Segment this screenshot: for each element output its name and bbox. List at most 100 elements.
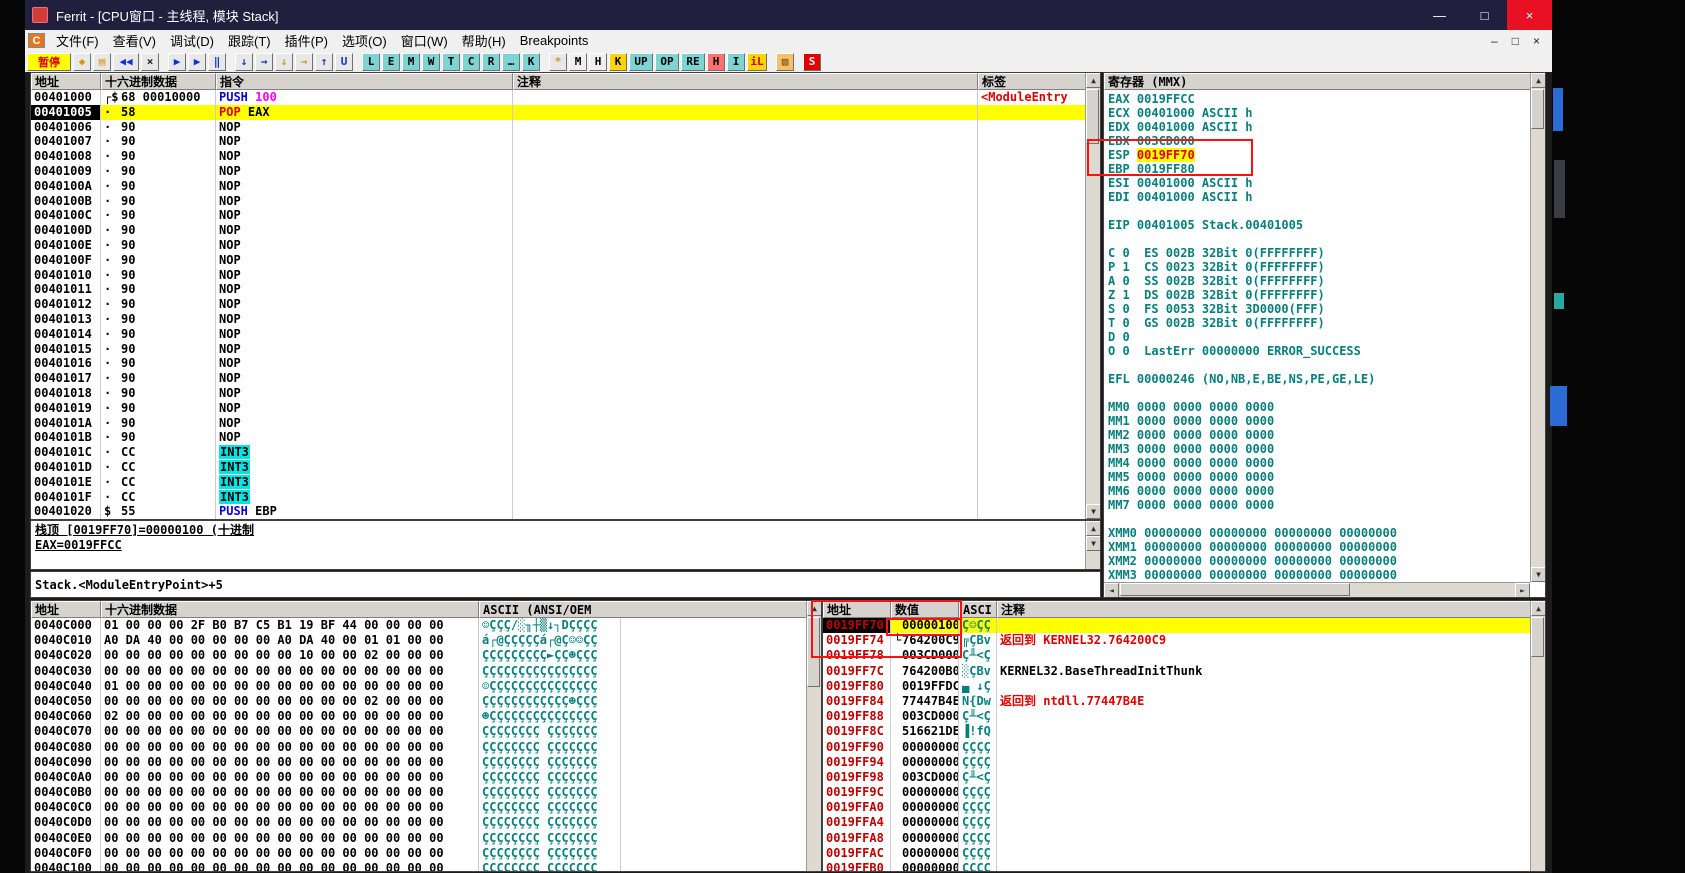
dump-row[interactable]: 0040C090 00 00 00 00 00 00 00 00 00 00 00…: [31, 754, 806, 770]
register-line[interactable]: EDX 00401000 ASCII h: [1108, 120, 1530, 134]
scroll-up-icon[interactable]: ▲: [1086, 521, 1100, 536]
cpu-window-button[interactable]: C: [462, 52, 480, 71]
dump-row[interactable]: 0040C0F0 00 00 00 00 00 00 00 00 00 00 00…: [31, 845, 806, 861]
stack-row[interactable]: 0019FF98 003CD000 Ç╨<Ç: [823, 769, 1530, 786]
disasm-row[interactable]: 0040100A · 90 NOP: [31, 178, 1085, 194]
register-line[interactable]: MM4 0000 0000 0000 0000: [1108, 456, 1530, 470]
disasm-row[interactable]: 00401005 · 58 POP EAX: [31, 104, 1085, 120]
disassembly-scrollbar[interactable]: ▲ ▼: [1085, 73, 1100, 519]
register-line[interactable]: MM7 0000 0000 0000 0000: [1108, 498, 1530, 512]
scroll-left-icon[interactable]: ◄: [1104, 583, 1119, 597]
register-line[interactable]: EIP 00401005 Stack.00401005: [1108, 218, 1530, 232]
registers-vscrollbar[interactable]: ▲ ▼: [1530, 73, 1545, 582]
register-line[interactable]: ESP 0019FF70: [1108, 148, 1530, 162]
register-line[interactable]: S 0 FS 0053 32Bit 3D0000(FFF): [1108, 302, 1530, 316]
restart-icon[interactable]: ◀◀: [113, 52, 139, 71]
menu-item-2[interactable]: 调试(D): [163, 31, 221, 50]
register-line[interactable]: [1108, 204, 1530, 218]
register-line[interactable]: O 0 LastErr 00000000 ERROR_SUCCESS: [1108, 344, 1530, 358]
stack-row[interactable]: 0019FF90 00000000 ÇÇÇÇ: [823, 739, 1530, 755]
stack-row[interactable]: 0019FF8C 516621DE ▐!fQ: [823, 724, 1530, 740]
child-restore-button[interactable]: □: [1512, 34, 1519, 48]
minimize-button[interactable]: —: [1417, 0, 1462, 30]
register-line[interactable]: XMM3 00000000 00000000 00000000 00000000: [1108, 568, 1530, 582]
register-line[interactable]: P 1 CS 0023 32Bit 0(FFFFFFFF): [1108, 260, 1530, 274]
scrollbar-thumb[interactable]: [1531, 89, 1544, 129]
disasm-row[interactable]: 00401012 · 90 NOP: [31, 297, 1085, 312]
disasm-row[interactable]: 00401013 · 90 NOP: [31, 311, 1085, 327]
scroll-up-icon[interactable]: ▲: [1531, 73, 1545, 88]
scroll-down-icon[interactable]: ▼: [1531, 567, 1545, 582]
scroll-down-icon[interactable]: ▼: [1086, 504, 1100, 519]
disasm-row[interactable]: 00401007 · 90 NOP: [31, 134, 1085, 150]
dump-row[interactable]: 0040C020 00 00 00 00 00 00 00 00 00 10 00…: [31, 648, 806, 664]
scroll-up-icon[interactable]: ▲: [807, 601, 821, 616]
stack-row[interactable]: 0019FF7C 764200B0 ░ÇBv KERNEL32.BaseThreadI…: [823, 663, 1530, 679]
stack-row[interactable]: 0019FF88 003CD000 Ç╨<Ç: [823, 709, 1530, 725]
menu-item-1[interactable]: 查看(V): [106, 31, 163, 50]
disasm-row[interactable]: 0040101B · 90 NOP: [31, 430, 1085, 446]
register-line[interactable]: [1108, 358, 1530, 372]
stack-row[interactable]: 0019FF9C 00000000 ÇÇÇÇ: [823, 785, 1530, 801]
disasm-row[interactable]: 0040100C · 90 NOP: [31, 208, 1085, 224]
disasm-row[interactable]: 00401014 · 90 NOP: [31, 326, 1085, 342]
dump-row[interactable]: 0040C0C0 00 00 00 00 00 00 00 00 00 00 00…: [31, 800, 806, 816]
register-line[interactable]: [1108, 512, 1530, 526]
dump-row[interactable]: 0040C030 00 00 00 00 00 00 00 00 00 00 00…: [31, 663, 806, 679]
appearance-icon[interactable]: ▨: [776, 52, 794, 71]
disasm-row[interactable]: 00401016 · 90 NOP: [31, 356, 1085, 372]
menu-item-7[interactable]: 帮助(H): [455, 31, 513, 50]
register-line[interactable]: EBX 003CD000: [1108, 134, 1530, 148]
scrollbar-thumb[interactable]: [807, 617, 820, 687]
scroll-right-icon[interactable]: ►: [1515, 583, 1530, 597]
plugin-m-button[interactable]: M: [569, 52, 587, 71]
dump-row[interactable]: 0040C010 A0 DA 40 00 00 00 00 00 A0 DA 40…: [31, 633, 806, 649]
disasm-row[interactable]: 00401017 · 90 NOP: [31, 371, 1085, 386]
register-line[interactable]: ESI 00401000 ASCII h: [1108, 176, 1530, 190]
animate-over-icon[interactable]: →: [295, 52, 313, 71]
child-close-button[interactable]: ×: [1533, 34, 1540, 48]
disasm-row[interactable]: 00401015 · 90 NOP: [31, 341, 1085, 357]
menu-item-6[interactable]: 窗口(W): [394, 31, 455, 50]
disasm-row[interactable]: 0040101A · 90 NOP: [31, 415, 1085, 431]
log-window-button[interactable]: L: [362, 52, 380, 71]
stack-row[interactable]: 0019FFB0 00000000 ÇÇÇÇ: [823, 861, 1530, 871]
windows-window-button[interactable]: W: [422, 52, 440, 71]
stack-row[interactable]: 0019FFA8 00000000 ÇÇÇÇ: [823, 830, 1530, 846]
register-line[interactable]: XMM0 00000000 00000000 00000000 00000000: [1108, 526, 1530, 540]
register-line[interactable]: MM3 0000 0000 0000 0000: [1108, 442, 1530, 456]
disasm-row[interactable]: 0040100D · 90 NOP: [31, 223, 1085, 238]
disasm-row[interactable]: 00401010 · 90 NOP: [31, 267, 1085, 283]
plugin-op-button[interactable]: OP: [655, 52, 679, 71]
stack-row[interactable]: 0019FFAC 00000000 ÇÇÇÇ: [823, 845, 1530, 861]
register-line[interactable]: EDI 00401000 ASCII h: [1108, 190, 1530, 204]
dump-scrollbar[interactable]: ▲: [806, 601, 821, 871]
stack-row[interactable]: 0019FFA4 00000000 ÇÇÇÇ: [823, 815, 1530, 831]
register-line[interactable]: MM2 0000 0000 0000 0000: [1108, 428, 1530, 442]
menu-item-4[interactable]: 插件(P): [278, 31, 335, 50]
register-line[interactable]: EFL 00000246 (NO,NB,E,BE,NS,PE,GE,LE): [1108, 372, 1530, 386]
register-line[interactable]: MM5 0000 0000 0000 0000: [1108, 470, 1530, 484]
register-line[interactable]: ECX 00401000 ASCII h: [1108, 106, 1530, 120]
register-line[interactable]: Z 1 DS 002B 32Bit 0(FFFFFFFF): [1108, 288, 1530, 302]
dump-row[interactable]: 0040C070 00 00 00 00 00 00 00 00 00 00 00…: [31, 724, 806, 740]
disasm-row[interactable]: 00401018 · 90 NOP: [31, 385, 1085, 401]
disasm-row[interactable]: 00401006 · 90 NOP: [31, 119, 1085, 135]
disasm-row[interactable]: 0040101D · CC INT3: [31, 459, 1085, 475]
register-line[interactable]: [1108, 386, 1530, 400]
plugin-il-button[interactable]: iL: [747, 52, 767, 71]
register-line[interactable]: XMM2 00000000 00000000 00000000 00000000: [1108, 554, 1530, 568]
disasm-row[interactable]: 00401008 · 90 NOP: [31, 149, 1085, 164]
disasm-row[interactable]: 0040100E · 90 NOP: [31, 237, 1085, 253]
plugin-re-button[interactable]: RE: [681, 52, 705, 71]
plugin-s-button[interactable]: S: [803, 52, 821, 71]
dump-row[interactable]: 0040C080 00 00 00 00 00 00 00 00 00 00 00…: [31, 739, 806, 755]
stack-row[interactable]: 0019FFA0 00000000 ÇÇÇÇ: [823, 800, 1530, 816]
dump-row[interactable]: 0040C0E0 00 00 00 00 00 00 00 00 00 00 00…: [31, 830, 806, 846]
stack-row[interactable]: 0019FF94 00000000 ÇÇÇÇ: [823, 754, 1530, 770]
register-line[interactable]: MM0 0000 0000 0000 0000: [1108, 400, 1530, 414]
run-icon[interactable]: ▶: [168, 52, 186, 71]
reload-icon[interactable]: ▤: [93, 52, 111, 71]
registers-hscrollbar[interactable]: ◄ ►: [1104, 582, 1530, 597]
run-thread-icon[interactable]: ▶: [188, 52, 206, 71]
